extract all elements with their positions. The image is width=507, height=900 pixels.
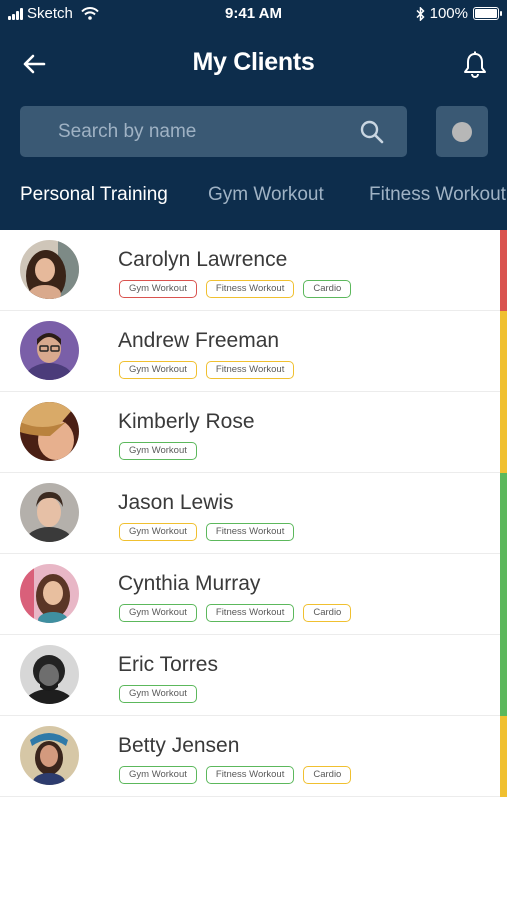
avatar: [20, 321, 79, 380]
client-row[interactable]: Jason Lewis Gym Workout Fitness Workout: [0, 473, 507, 554]
tag-cardio: Cardio: [303, 766, 352, 784]
tag-list: Gym Workout Fitness Workout: [119, 523, 295, 541]
tag-fitness-workout: Fitness Workout: [205, 280, 295, 298]
battery-icon: [473, 7, 502, 20]
tab-bar: Personal Training Gym Workout Fitness Wo…: [0, 184, 507, 216]
avatar: [20, 645, 79, 704]
bell-icon: [464, 51, 486, 78]
tag-fitness-workout: Fitness Workout: [205, 361, 295, 379]
client-row[interactable]: Eric Torres Gym Workout: [0, 635, 507, 716]
battery-percent: 100%: [429, 5, 468, 22]
tag-fitness-workout: Fitness Workout: [205, 523, 295, 541]
client-name: Betty Jensen: [118, 734, 240, 757]
tab-fitness-workout[interactable]: Fitness Workout: [369, 184, 506, 206]
bluetooth-icon: [416, 6, 425, 21]
tag-gym-workout: Gym Workout: [119, 280, 197, 298]
tag-list: Gym Workout: [119, 442, 197, 460]
tab-gym-workout[interactable]: Gym Workout: [208, 184, 324, 206]
avatar: [20, 402, 79, 461]
client-row[interactable]: Andrew Freeman Gym Workout Fitness Worko…: [0, 311, 507, 392]
status-indicator: [500, 230, 507, 311]
nav-bar: My Clients: [0, 40, 507, 88]
page-title: My Clients: [192, 48, 315, 76]
client-name: Andrew Freeman: [118, 329, 280, 352]
tag-list: Gym Workout: [119, 685, 197, 703]
tab-personal-training[interactable]: Personal Training: [20, 184, 168, 206]
avatar: [20, 726, 79, 785]
tag-gym-workout: Gym Workout: [119, 523, 197, 541]
tag-list: Gym Workout Fitness Workout: [119, 361, 295, 379]
client-row[interactable]: Kimberly Rose Gym Workout: [0, 392, 507, 473]
filter-button[interactable]: [436, 106, 488, 157]
notifications-button[interactable]: [461, 50, 489, 80]
status-bar: Sketch 9:41 AM 100%: [0, 0, 507, 28]
client-name: Carolyn Lawrence: [118, 248, 288, 271]
search-icon: [360, 120, 384, 144]
client-name: Eric Torres: [118, 653, 218, 676]
filter-dot-icon: [452, 122, 472, 142]
status-right: 100%: [416, 5, 502, 22]
avatar: [20, 240, 79, 299]
tag-gym-workout: Gym Workout: [119, 685, 197, 703]
avatar: [20, 483, 79, 542]
tag-cardio: Cardio: [303, 280, 352, 298]
status-indicator: [500, 716, 507, 797]
tag-list: Gym Workout Fitness Workout Cardio: [119, 604, 352, 622]
avatar: [20, 564, 79, 623]
client-list: Carolyn Lawrence Gym Workout Fitness Wor…: [0, 230, 507, 797]
status-indicator: [500, 392, 507, 473]
client-name: Jason Lewis: [118, 491, 234, 514]
search-input[interactable]: Search by name: [20, 106, 407, 157]
status-indicator: [500, 554, 507, 635]
tag-list: Gym Workout Fitness Workout Cardio: [119, 280, 352, 298]
tag-fitness-workout: Fitness Workout: [205, 604, 295, 622]
tag-list: Gym Workout Fitness Workout Cardio: [119, 766, 352, 784]
search-placeholder: Search by name: [58, 121, 197, 142]
status-indicator: [500, 473, 507, 554]
tag-gym-workout: Gym Workout: [119, 766, 197, 784]
client-name: Kimberly Rose: [118, 410, 255, 433]
app-header: Sketch 9:41 AM 100% My Clients Search by…: [0, 0, 507, 230]
client-row[interactable]: Cynthia Murray Gym Workout Fitness Worko…: [0, 554, 507, 635]
tag-fitness-workout: Fitness Workout: [205, 766, 295, 784]
status-indicator: [500, 311, 507, 392]
tag-gym-workout: Gym Workout: [119, 604, 197, 622]
status-indicator: [500, 635, 507, 716]
client-name: Cynthia Murray: [118, 572, 261, 595]
client-row[interactable]: Carolyn Lawrence Gym Workout Fitness Wor…: [0, 230, 507, 311]
client-row[interactable]: Betty Jensen Gym Workout Fitness Workout…: [0, 716, 507, 797]
tag-gym-workout: Gym Workout: [119, 442, 197, 460]
tag-cardio: Cardio: [303, 604, 352, 622]
tag-gym-workout: Gym Workout: [119, 361, 197, 379]
